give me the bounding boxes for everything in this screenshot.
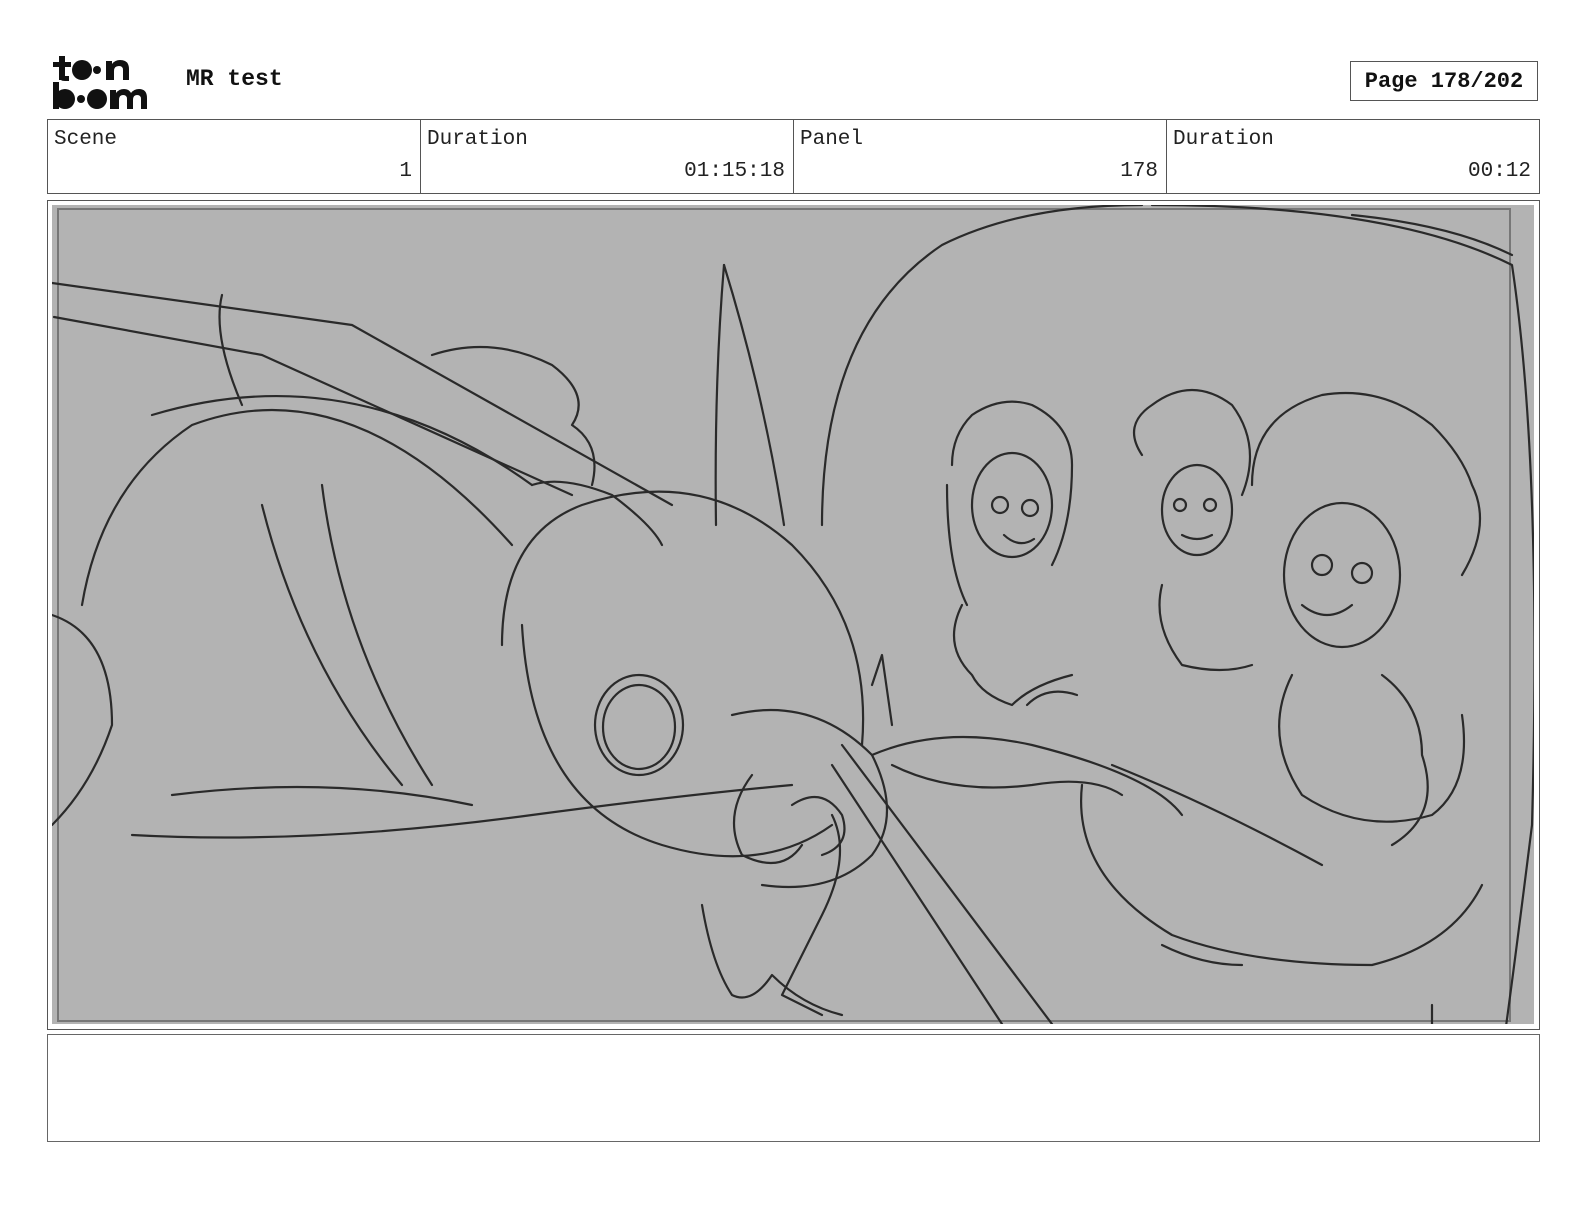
panel-duration-cell: Duration 00:12 [1167, 120, 1539, 193]
scene-cell: Scene 1 [48, 120, 421, 193]
toon-boom-logo [53, 56, 147, 109]
project-title: MR test [186, 66, 283, 92]
scene-duration-cell: Duration 01:15:18 [421, 120, 794, 193]
panel-notes-box [47, 1034, 1540, 1142]
panel-label: Panel [800, 128, 864, 151]
panel-duration-label: Duration [1173, 128, 1274, 151]
scene-label: Scene [54, 128, 118, 151]
storyboard-panel-frame [47, 200, 1540, 1030]
scene-duration-value: 01:15:18 [684, 160, 785, 183]
page-indicator: Page 178/202 [1350, 61, 1538, 101]
scene-value: 1 [399, 160, 412, 183]
panel-value: 178 [1120, 160, 1158, 183]
scene-duration-label: Duration [427, 128, 528, 151]
storyboard-panel-sketch [52, 205, 1534, 1024]
panel-duration-value: 00:12 [1467, 160, 1531, 183]
scene-info-table: Scene 1 Duration 01:15:18 Panel 178 Dura… [47, 119, 1540, 194]
panel-cell: Panel 178 [794, 120, 1167, 193]
